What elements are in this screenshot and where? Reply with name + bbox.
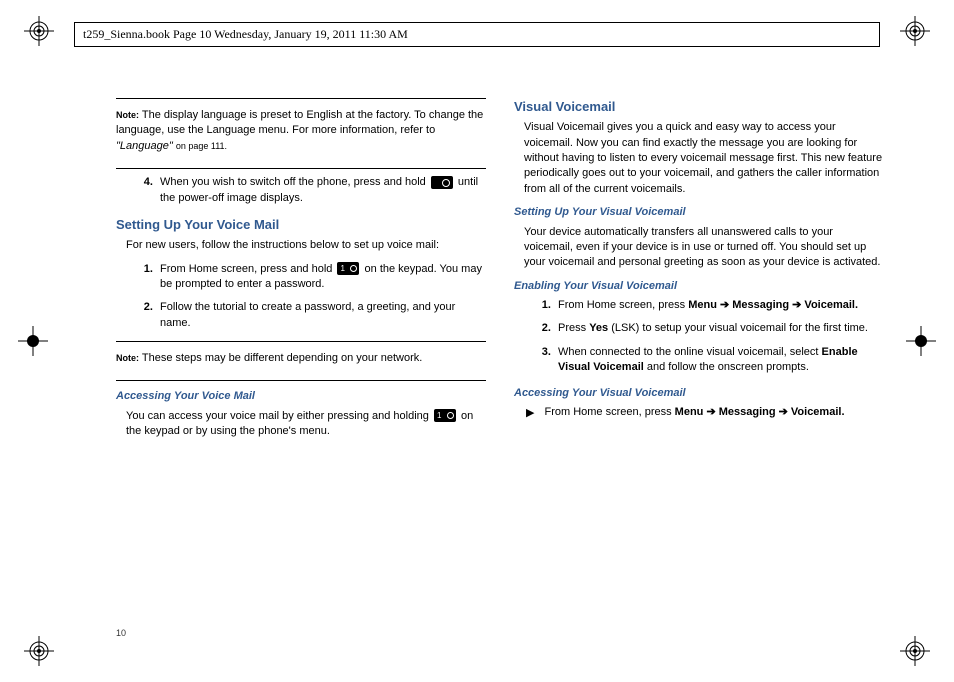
left-column: Note: The display language is preset to … [116, 92, 486, 622]
note-label: Note: [116, 353, 139, 363]
registration-mark-icon [900, 636, 930, 666]
vm-step-1: From Home screen, press and hold 1 on th… [156, 262, 486, 293]
setup-visual-voicemail-text: Your device automatically transfers all … [524, 225, 884, 271]
crop-target-icon [18, 326, 48, 356]
text-c: and follow the onscreen prompts. [647, 361, 809, 373]
text-a: Press [558, 322, 589, 334]
divider [116, 168, 486, 169]
divider [116, 98, 486, 99]
note-network: Note: These steps may be different depen… [116, 348, 486, 372]
text-c: (LSK) to setup your visual voicemail for… [611, 322, 868, 334]
triangle-bullet-icon: ▶ [526, 405, 534, 422]
document-page: t259_Sienna.book Page 10 Wednesday, Janu… [0, 0, 954, 682]
access-voicemail-text: You can access your voice mail by either… [126, 409, 486, 440]
enable-step-1: From Home screen, press Menu ➔ Messaging… [554, 298, 884, 313]
divider [116, 380, 486, 381]
menu-path: Menu ➔ Messaging ➔ Voicemail. [688, 299, 858, 311]
one-key-icon: 1 [337, 262, 359, 275]
menu-path: Menu ➔ Messaging ➔ Voicemail. [675, 406, 845, 418]
heading-access-voicemail: Accessing Your Voice Mail [116, 389, 486, 404]
heading-enable-visual-voicemail: Enabling Your Visual Voicemail [514, 279, 884, 294]
heading-access-visual-voicemail: Accessing Your Visual Voicemail [514, 386, 884, 401]
softkey-yes: Yes [589, 322, 608, 334]
access-vv-text: From Home screen, press Menu ➔ Messaging… [544, 405, 844, 422]
access-vv-step: ▶ From Home screen, press Menu ➔ Messagi… [526, 405, 884, 422]
text-a: From Home screen, press [544, 406, 674, 418]
voicemail-steps: From Home screen, press and hold 1 on th… [116, 262, 486, 332]
registration-mark-icon [900, 16, 930, 46]
note-label: Note: [116, 110, 139, 120]
registration-mark-icon [24, 16, 54, 46]
visual-voicemail-intro: Visual Voicemail gives you a quick and e… [524, 120, 884, 197]
running-header: t259_Sienna.book Page 10 Wednesday, Janu… [74, 22, 880, 47]
note-reference: "Language" [116, 140, 173, 152]
divider [116, 341, 486, 342]
right-column: Visual Voicemail Visual Voicemail gives … [514, 92, 884, 622]
enable-step-2: Press Yes (LSK) to setup your visual voi… [554, 321, 884, 336]
continued-steps: When you wish to switch off the phone, p… [116, 175, 486, 206]
note-text: The display language is preset to Englis… [116, 109, 483, 136]
voicemail-intro: For new users, follow the instructions b… [126, 238, 486, 253]
heading-setup-visual-voicemail: Setting Up Your Visual Voicemail [514, 205, 884, 220]
enable-vv-steps: From Home screen, press Menu ➔ Messaging… [514, 298, 884, 376]
note-text: These steps may be different depending o… [142, 352, 422, 364]
power-key-icon [431, 176, 453, 189]
heading-voice-mail: Setting Up Your Voice Mail [116, 216, 486, 234]
crop-target-icon [906, 326, 936, 356]
registration-mark-icon [24, 636, 54, 666]
step-text: From Home screen, press and hold [160, 263, 335, 275]
page-columns: Note: The display language is preset to … [116, 92, 884, 622]
step-4: When you wish to switch off the phone, p… [156, 175, 486, 206]
page-number: 10 [116, 627, 126, 640]
text-a: When connected to the online visual voic… [558, 346, 822, 358]
enable-step-3: When connected to the online visual voic… [554, 345, 884, 376]
note-page-ref: on page 111. [176, 141, 227, 151]
vm-step-2: Follow the tutorial to create a password… [156, 300, 486, 331]
note-language: Note: The display language is preset to … [116, 105, 486, 160]
step-text: When you wish to switch off the phone, p… [160, 176, 429, 188]
text: From Home screen, press [558, 299, 688, 311]
one-key-icon: 1 [434, 409, 456, 422]
text-a: You can access your voice mail by either… [126, 410, 432, 422]
heading-visual-voicemail: Visual Voicemail [514, 98, 884, 116]
